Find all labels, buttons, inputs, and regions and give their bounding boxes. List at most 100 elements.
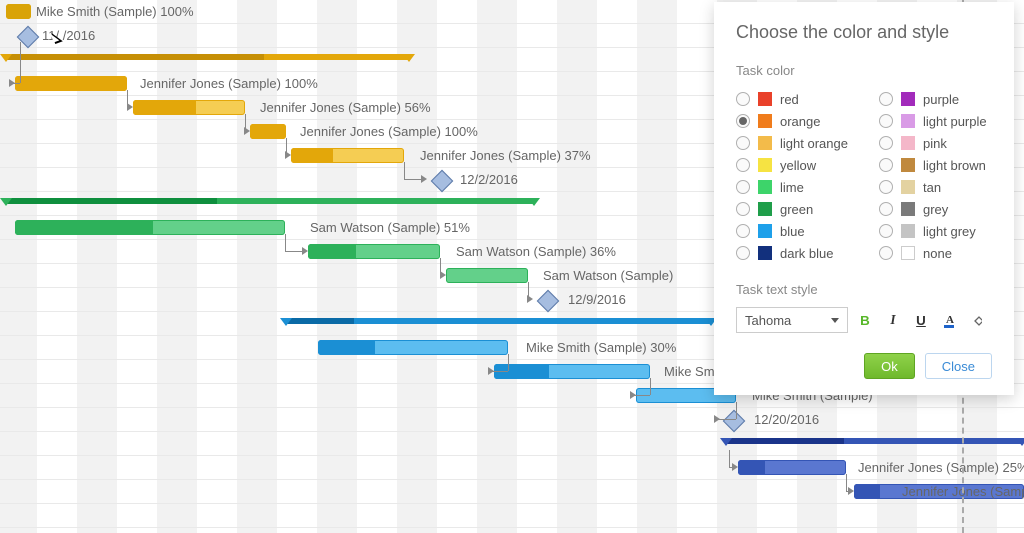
- task-bar[interactable]: [15, 220, 285, 235]
- radio-icon: [736, 114, 750, 128]
- arrow-right-icon: [9, 79, 15, 87]
- task-label: Jennifer Jones (Sample) 37%: [420, 148, 591, 163]
- task-bar[interactable]: [308, 244, 440, 259]
- radio-icon: [736, 158, 750, 172]
- dependency-link: [650, 378, 651, 395]
- task-bar[interactable]: [291, 148, 404, 163]
- font-select[interactable]: Tahoma: [736, 307, 848, 333]
- color-swatch-icon: [901, 92, 915, 106]
- task-progress: [291, 148, 333, 163]
- arrow-right-icon: [714, 415, 720, 423]
- color-option-light-purple[interactable]: light purple: [879, 110, 992, 132]
- arrow-right-icon: [285, 151, 291, 159]
- color-option-purple[interactable]: purple: [879, 88, 992, 110]
- color-option-label: pink: [923, 136, 947, 151]
- task-bar[interactable]: [738, 460, 846, 475]
- milestone-icon[interactable]: [431, 170, 454, 193]
- color-swatch-icon: [758, 224, 772, 238]
- color-option-label: none: [923, 246, 952, 261]
- color-option-orange[interactable]: orange: [736, 110, 849, 132]
- radio-icon: [879, 180, 893, 194]
- color-column-left: redorange light orange yellow lime greenblue…: [736, 88, 849, 264]
- task-bar[interactable]: [133, 100, 245, 115]
- color-option-label: grey: [923, 202, 948, 217]
- popup-title: Choose the color and style: [736, 22, 992, 43]
- arrow-right-icon: [630, 391, 636, 399]
- milestone-icon[interactable]: [723, 410, 746, 433]
- task-bar[interactable]: [250, 124, 286, 139]
- arrow-right-icon: [244, 127, 250, 135]
- summary-bar[interactable]: [286, 318, 711, 324]
- task-bar[interactable]: [6, 4, 31, 19]
- task-progress: [854, 484, 880, 499]
- color-option-grey[interactable]: grey: [879, 198, 992, 220]
- bold-button[interactable]: B: [854, 309, 876, 331]
- summary-bar[interactable]: [6, 54, 409, 60]
- color-option-lime[interactable]: lime: [736, 176, 849, 198]
- task-bar[interactable]: [15, 76, 127, 91]
- text-style-label: Task text style: [736, 282, 992, 297]
- radio-icon: [879, 202, 893, 216]
- color-option-light-brown[interactable]: light brown: [879, 154, 992, 176]
- color-option-label: lime: [780, 180, 804, 195]
- color-option-tan[interactable]: tan: [879, 176, 992, 198]
- summary-bar[interactable]: [726, 438, 1022, 444]
- milestone-icon[interactable]: [537, 290, 560, 313]
- color-option-yellow[interactable]: yellow: [736, 154, 849, 176]
- task-progress: [308, 244, 356, 259]
- task-progress: [15, 76, 127, 91]
- task-label: Sam Watson (Sample) 36%: [456, 244, 616, 259]
- task-bar[interactable]: [494, 364, 650, 379]
- ok-button[interactable]: Ok: [864, 353, 915, 379]
- dependency-link: [846, 474, 847, 491]
- task-label: Mike Sm: [664, 364, 715, 379]
- task-label: 12/2/2016: [460, 172, 518, 187]
- color-option-blue[interactable]: blue: [736, 220, 849, 242]
- font-select-value: Tahoma: [745, 313, 791, 328]
- arrow-right-icon: [732, 463, 738, 471]
- color-swatch-icon: [901, 224, 915, 238]
- color-option-green[interactable]: green: [736, 198, 849, 220]
- color-option-light-grey[interactable]: light grey: [879, 220, 992, 242]
- dependency-link: [285, 251, 302, 252]
- task-progress: [318, 340, 375, 355]
- background-color-button[interactable]: [966, 309, 988, 331]
- color-swatch-icon: [758, 180, 772, 194]
- task-label: Mike Smith (Sample) 100%: [36, 4, 194, 19]
- close-button[interactable]: Close: [925, 353, 992, 379]
- font-color-button[interactable]: A: [938, 309, 960, 331]
- color-option-dark-blue[interactable]: dark blue: [736, 242, 849, 264]
- color-swatch-icon: [901, 180, 915, 194]
- dependency-link: [285, 234, 286, 251]
- task-label: 12/9/2016: [568, 292, 626, 307]
- gantt-row: 12/20/2016: [0, 408, 1024, 432]
- task-progress: [6, 4, 31, 19]
- color-option-pink[interactable]: pink: [879, 132, 992, 154]
- task-bar[interactable]: [446, 268, 528, 283]
- color-option-light-orange[interactable]: light orange: [736, 132, 849, 154]
- task-label: Jennifer Jones (Sample) 25%: [858, 460, 1024, 475]
- task-progress: [250, 124, 286, 139]
- color-option-none[interactable]: none: [879, 242, 992, 264]
- radio-icon: [736, 180, 750, 194]
- color-option-label: light orange: [780, 136, 848, 151]
- task-progress: [15, 220, 153, 235]
- color-column-right: purplelight purple pink light browntan grey…: [879, 88, 992, 264]
- summary-bar[interactable]: [6, 198, 534, 204]
- task-bar[interactable]: [318, 340, 508, 355]
- color-swatch-icon: [901, 246, 915, 260]
- color-option-red[interactable]: red: [736, 88, 849, 110]
- radio-icon: [736, 202, 750, 216]
- color-swatch-icon: [758, 136, 772, 150]
- color-swatch-icon: [758, 114, 772, 128]
- color-option-label: dark blue: [780, 246, 833, 261]
- color-option-label: light grey: [923, 224, 976, 239]
- arrow-right-icon: [127, 103, 133, 111]
- italic-button[interactable]: I: [882, 309, 904, 331]
- font-color-icon: A: [944, 312, 954, 328]
- underline-button[interactable]: U: [910, 309, 932, 331]
- task-label: 11/ /2016: [42, 28, 95, 43]
- task-label: Sam Watson (Sample): [543, 268, 673, 283]
- task-color-label: Task color: [736, 63, 992, 78]
- arrow-right-icon: [421, 175, 427, 183]
